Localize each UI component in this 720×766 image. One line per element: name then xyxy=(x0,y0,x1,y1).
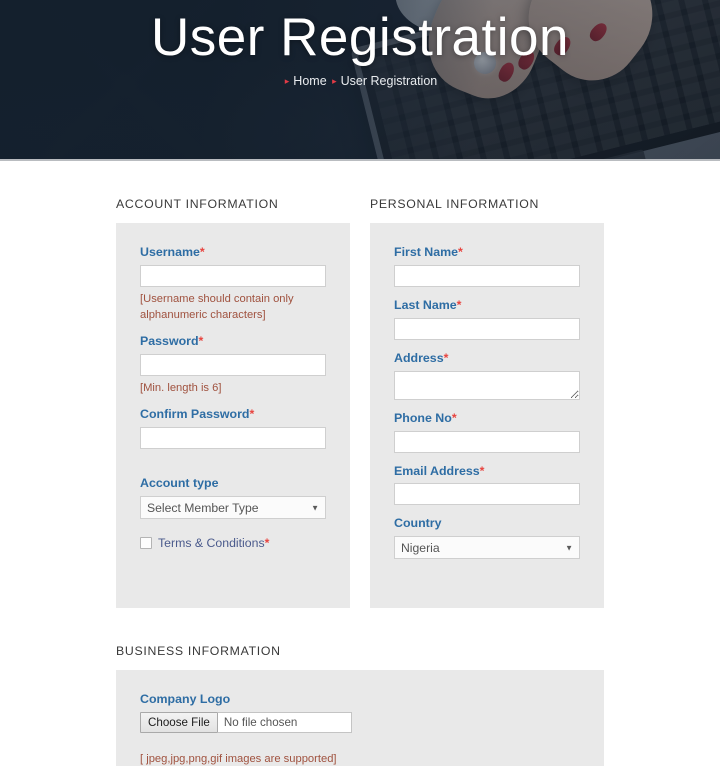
label-terms-conditions: Terms & Conditions* xyxy=(158,537,269,549)
company-logo-hints: [ jpeg,jpg,png,gif images are supported]… xyxy=(140,751,580,766)
business-heading-row: BUSINESS INFORMATION xyxy=(0,608,720,670)
label-country: Country xyxy=(394,516,580,531)
required-marker: * xyxy=(451,410,457,425)
breadcrumb: ▸ Home ▸ User Registration xyxy=(0,74,720,88)
select-wrap-country: Nigeria ▼ xyxy=(394,536,580,560)
checkbox-terms-conditions[interactable] xyxy=(140,537,152,550)
input-last-name[interactable] xyxy=(394,317,580,340)
select-wrap-account-type: Select Member Type ▼ xyxy=(140,496,326,520)
section-heading-account-information: ACCOUNT INFORMATION xyxy=(116,197,279,211)
panel-account-information: Username* [Username should contain only … xyxy=(116,223,350,609)
hint-supported-formats: [ jpeg,jpg,png,gif images are supported] xyxy=(140,753,337,766)
input-first-name[interactable] xyxy=(394,264,580,287)
section-heading-business-information: BUSINESS INFORMATION xyxy=(116,644,281,659)
account-heading-wrap: ACCOUNT INFORMATION xyxy=(116,197,370,223)
field-address: Address* xyxy=(394,351,580,400)
input-password[interactable] xyxy=(140,354,326,377)
required-marker: * xyxy=(249,407,255,422)
breadcrumb-arrow-icon: ▸ xyxy=(332,76,337,87)
field-terms-conditions[interactable]: Terms & Conditions* xyxy=(140,537,326,549)
required-marker: * xyxy=(264,536,270,551)
label-terms-text: Terms & Conditions xyxy=(158,536,265,551)
hero-content: User Registration ▸ Home ▸ User Registrati… xyxy=(0,0,720,161)
breadcrumb-arrow-icon: ▸ xyxy=(284,76,290,87)
label-confirm-password: Confirm Password* xyxy=(140,407,326,422)
label-account-type: Account type xyxy=(140,476,326,491)
label-company-logo-text: Company Logo xyxy=(140,692,231,707)
label-confirm-password-text: Confirm Password xyxy=(140,407,250,422)
label-last-name-text: Last Name xyxy=(394,297,457,312)
business-heading-wrap: BUSINESS INFORMATION xyxy=(116,644,281,670)
select-country[interactable]: Nigeria xyxy=(394,536,580,560)
label-address-text: Address xyxy=(394,350,444,365)
input-phone-no[interactable] xyxy=(394,430,580,453)
label-email-address: Email Address* xyxy=(394,464,580,479)
hint-password: [Min. length is 6] xyxy=(140,382,222,395)
label-address: Address* xyxy=(394,351,580,366)
select-account-type[interactable]: Select Member Type xyxy=(140,496,326,520)
label-account-type-text: Account type xyxy=(140,476,219,491)
required-marker: * xyxy=(199,245,205,259)
choose-file-button[interactable]: Choose File xyxy=(140,712,218,734)
file-status-text: No file chosen xyxy=(217,712,352,734)
label-username-text: Username xyxy=(140,245,200,259)
field-password: Password* [Min. length is 6] xyxy=(140,334,326,396)
input-username[interactable] xyxy=(140,264,326,287)
breadcrumb-link-home[interactable]: Home xyxy=(293,74,326,88)
field-company-logo: Company Logo Choose File No file chosen … xyxy=(140,692,580,766)
field-confirm-password: Confirm Password* xyxy=(140,407,326,450)
panel-personal-information: First Name* Last Name* Address* Phone No… xyxy=(370,223,604,609)
label-password-text: Password xyxy=(140,334,199,349)
field-username: Username* [Username should contain only … xyxy=(140,245,326,323)
page-title: User Registration xyxy=(151,8,569,67)
label-first-name-text: First Name xyxy=(394,245,459,259)
field-email-address: Email Address* xyxy=(394,464,580,506)
label-first-name: First Name* xyxy=(394,245,580,260)
field-country: Country Nigeria ▼ xyxy=(394,516,580,560)
required-marker: * xyxy=(456,297,462,312)
personal-heading-wrap: PERSONAL INFORMATION xyxy=(370,197,539,223)
label-username: Username* xyxy=(140,245,326,260)
input-confirm-password[interactable] xyxy=(140,427,326,450)
textarea-address[interactable] xyxy=(394,370,580,400)
label-phone-no: Phone No* xyxy=(394,411,580,426)
required-marker: * xyxy=(458,245,463,259)
page-hero-banner: User Registration ▸ Home ▸ User Registrati… xyxy=(0,0,720,161)
label-phone-no-text: Phone No xyxy=(394,410,452,425)
hint-username: [Username should contain only alphanumer… xyxy=(140,292,294,322)
business-panel-row: Company Logo Choose File No file chosen … xyxy=(0,670,720,766)
required-marker: * xyxy=(479,463,485,478)
label-password: Password* xyxy=(140,334,326,349)
label-email-address-text: Email Address xyxy=(394,463,480,478)
required-marker: * xyxy=(198,334,204,349)
section-heading-personal-information: PERSONAL INFORMATION xyxy=(370,197,540,211)
breadcrumb-current-user-registration: User Registration xyxy=(340,74,438,89)
form-section-headings-row: ACCOUNT INFORMATION PERSONAL INFORMATION xyxy=(0,161,720,223)
field-last-name: Last Name* xyxy=(394,298,580,340)
label-country-text: Country xyxy=(394,516,442,531)
required-marker: * xyxy=(443,350,449,365)
label-last-name: Last Name* xyxy=(394,298,580,313)
file-input-company-logo[interactable]: Choose File No file chosen xyxy=(140,712,352,734)
field-phone-no: Phone No* xyxy=(394,411,580,453)
form-panels-row: Username* [Username should contain only … xyxy=(0,223,720,609)
field-first-name: First Name* xyxy=(394,245,580,287)
input-email-address[interactable] xyxy=(394,483,580,506)
label-company-logo: Company Logo xyxy=(140,692,580,707)
field-account-type: Account type Select Member Type ▼ xyxy=(140,476,326,520)
panel-business-information: Company Logo Choose File No file chosen … xyxy=(116,670,604,766)
